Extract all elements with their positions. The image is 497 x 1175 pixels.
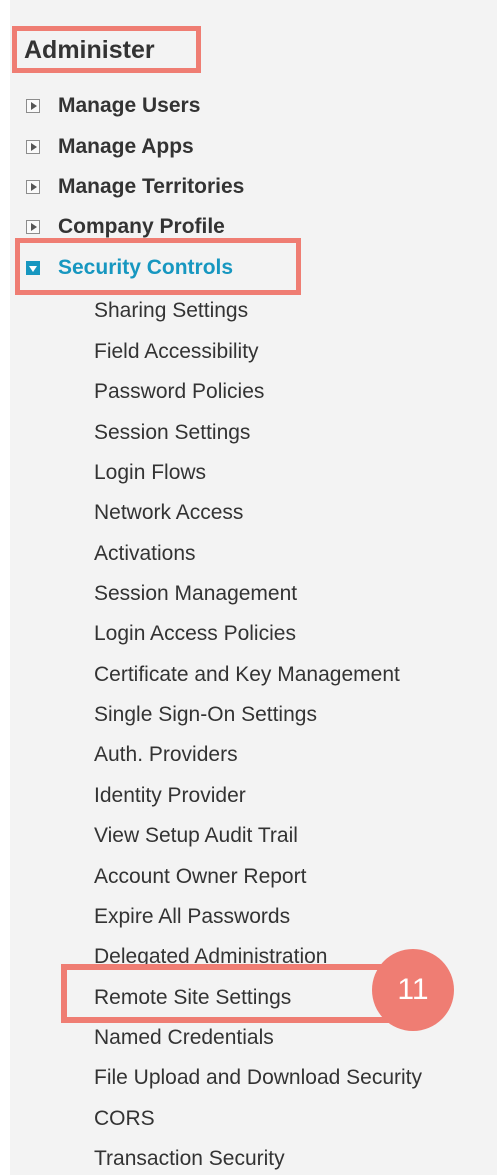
expand-triangle-icon[interactable] [26,99,40,113]
tree-node-manage-apps[interactable]: Manage Apps [26,135,194,158]
menu-item-login-flows[interactable]: Login Flows [94,461,206,485]
menu-item-auth-providers[interactable]: Auth. Providers [94,743,238,767]
menu-item-file-upload-download-security[interactable]: File Upload and Download Security [94,1066,422,1090]
tree-node-company-profile[interactable]: Company Profile [26,215,225,238]
menu-item-identity-provider[interactable]: Identity Provider [94,784,246,808]
menu-item-session-management[interactable]: Session Management [94,582,297,606]
tree-node-manage-territories[interactable]: Manage Territories [26,175,245,198]
menu-item-named-credentials[interactable]: Named Credentials [94,1026,274,1050]
security-controls-highlight-box [15,238,301,295]
menu-item-password-policies[interactable]: Password Policies [94,380,264,404]
tree-node-label: Manage Territories [58,175,245,198]
menu-item-login-access-policies[interactable]: Login Access Policies [94,622,296,646]
tree-node-label: Manage Users [58,94,201,117]
expand-triangle-icon[interactable] [26,140,40,154]
menu-item-network-access[interactable]: Network Access [94,501,243,525]
menu-item-transaction-security[interactable]: Transaction Security [94,1147,285,1171]
menu-item-single-sign-on-settings[interactable]: Single Sign-On Settings [94,703,317,727]
expand-triangle-icon[interactable] [26,220,40,234]
step-number-badge: 11 [372,949,454,1031]
menu-item-sharing-settings[interactable]: Sharing Settings [94,299,248,323]
tree-node-manage-users[interactable]: Manage Users [26,94,201,117]
menu-item-expire-all-passwords[interactable]: Expire All Passwords [94,905,290,929]
tree-node-label: Manage Apps [58,135,194,158]
tree-node-label: Company Profile [58,215,225,238]
expand-triangle-icon[interactable] [26,180,40,194]
menu-item-field-accessibility[interactable]: Field Accessibility [94,340,259,364]
menu-item-activations[interactable]: Activations [94,542,196,566]
menu-item-session-settings[interactable]: Session Settings [94,421,250,445]
remote-site-settings-highlight-box [61,964,389,1023]
menu-item-certificate-key-management[interactable]: Certificate and Key Management [94,663,400,687]
administer-highlight-box [12,26,201,73]
menu-item-view-setup-audit-trail[interactable]: View Setup Audit Trail [94,824,298,848]
menu-item-account-owner-report[interactable]: Account Owner Report [94,865,306,889]
menu-item-cors[interactable]: CORS [94,1107,155,1131]
